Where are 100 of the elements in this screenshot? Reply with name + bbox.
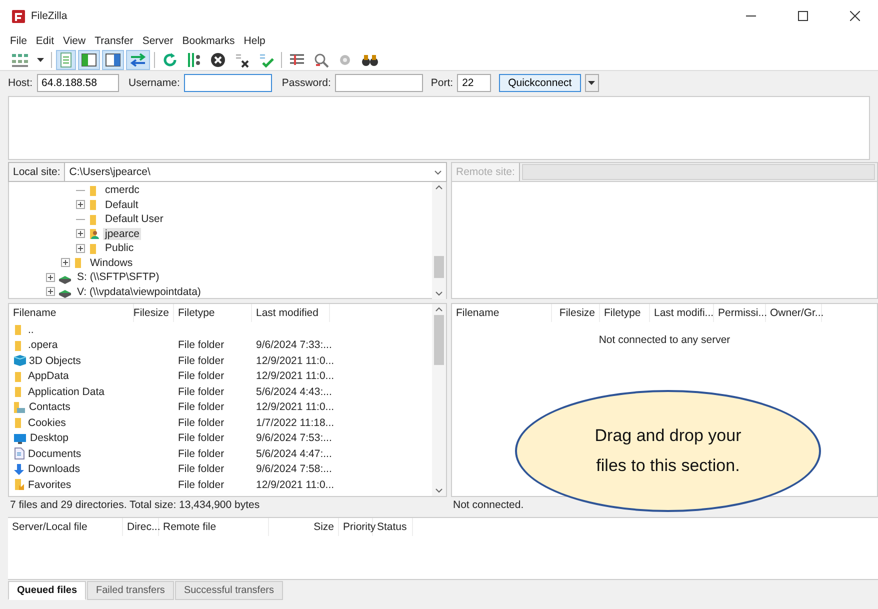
quickconnect-button[interactable]: Quickconnect (499, 74, 581, 92)
cancel-icon (210, 52, 226, 68)
column-header[interactable]: Last modified (252, 304, 330, 322)
field-label: Username: (128, 77, 180, 89)
file-name[interactable]: Contacts (29, 401, 70, 414)
toolbar-button[interactable] (102, 50, 124, 70)
column-header[interactable]: Priority (339, 518, 373, 536)
refresh-icon (162, 52, 178, 68)
maximize-icon (798, 11, 808, 21)
column-header[interactable]: Direc... (123, 518, 159, 536)
password-field[interactable] (334, 74, 423, 92)
file-name[interactable]: AppData (28, 370, 69, 382)
file-type: File folder (178, 339, 224, 352)
toolbar-button[interactable] (78, 50, 100, 70)
path-field[interactable] (522, 164, 875, 180)
tree-item[interactable]: cmerdc (103, 184, 142, 196)
empty-message: Not connected to any server (598, 334, 730, 346)
chevron-down-icon (434, 170, 442, 174)
file-type: File folder (178, 370, 224, 382)
dropdown-button[interactable] (584, 74, 599, 92)
tree-item[interactable]: V: (\\vpdata\viewpointdata) (75, 286, 203, 298)
menu-item[interactable]: Transfer (94, 34, 134, 46)
column-header[interactable]: Filename (452, 304, 552, 322)
document-icon (59, 52, 73, 68)
file-type: File folder (178, 386, 224, 398)
status-text: 7 files and 29 directories. Total size: 13,434,900 bytes (10, 499, 260, 511)
tree-item[interactable]: S: (\\SFTP\SFTP) (75, 271, 162, 284)
file-type: File folder (178, 478, 224, 491)
cube-icon (13, 354, 26, 368)
field-label: Port: (430, 77, 454, 89)
file-name[interactable]: Application Data (28, 386, 104, 398)
tab[interactable]: Failed transfers (87, 581, 174, 600)
chevron-down-icon (435, 488, 443, 493)
scroll-thumb[interactable] (434, 315, 444, 365)
menu-item[interactable]: File (10, 34, 27, 46)
file-name[interactable]: Downloads (28, 463, 80, 476)
grid-icon (11, 52, 29, 68)
x-mark-icon (234, 52, 250, 68)
window-title: FileZilla (31, 10, 68, 22)
modified-date: 5/6/2024 4:43:... (256, 386, 332, 398)
column-header[interactable]: Remote file (159, 518, 269, 536)
menu-item[interactable]: Help (244, 34, 266, 46)
callout-text: Drag and drop your files to this section. (594, 425, 742, 477)
tab[interactable]: Queued files (8, 581, 86, 600)
modified-date: 5/6/2024 4:47:... (256, 448, 332, 460)
modified-date: 1/7/2022 11:18... (256, 416, 334, 429)
tab[interactable]: Successful transfers (174, 581, 283, 600)
user-folder-icon (88, 227, 100, 240)
column-header[interactable]: Filesize (134, 304, 174, 322)
column-header[interactable]: Permissi... (714, 304, 766, 322)
scroll-thumb[interactable] (434, 256, 444, 278)
file-name[interactable]: 3D Objects (29, 354, 81, 367)
menu-item[interactable]: Bookmarks (182, 34, 235, 46)
tree-item[interactable]: Default User (103, 213, 166, 226)
magnifier-icon (313, 52, 329, 68)
modified-date: 12/9/2021 11:0... (256, 401, 334, 414)
menu-item[interactable]: Edit (36, 34, 54, 46)
tree-item[interactable]: Windows (88, 256, 135, 269)
field-label: Password: (282, 77, 331, 89)
port-field[interactable]: 22 (457, 74, 492, 92)
menu-item[interactable]: Server (142, 34, 174, 46)
favorites-folder-icon (13, 478, 25, 492)
column-header[interactable]: Filetype (600, 304, 650, 322)
caret-icon (588, 81, 596, 85)
app-logo-icon (12, 10, 25, 22)
desktop-icon (13, 432, 27, 445)
tree-item[interactable]: Default (103, 198, 140, 211)
host-field[interactable]: 64.8.188.58 (36, 74, 119, 92)
modified-date: 9/6/2024 7:58:... (256, 463, 332, 476)
username-field[interactable] (184, 74, 272, 92)
arrows-icon (129, 52, 147, 68)
modified-date: 12/9/2021 11:0... (256, 478, 334, 491)
file-name[interactable]: Cookies (28, 416, 66, 429)
column-header[interactable]: Filesize (552, 304, 600, 322)
column-header[interactable]: Owner/Gr... (766, 304, 822, 322)
file-name[interactable]: Favorites (28, 478, 72, 491)
column-header[interactable]: Filename (9, 304, 134, 322)
file-type: File folder (178, 432, 224, 444)
file-name[interactable]: .. (28, 324, 34, 336)
field-label: Host: (8, 77, 33, 89)
chevron-up-icon (435, 185, 443, 190)
column-header[interactable]: Server/Local file (8, 518, 123, 536)
file-name[interactable]: Documents (28, 448, 82, 460)
file-type: File folder (178, 416, 224, 429)
toolbar-button[interactable] (126, 50, 150, 70)
tree-item[interactable]: jpearce (103, 228, 142, 240)
file-type: File folder (178, 463, 224, 476)
modified-date: 9/6/2024 7:53:... (256, 432, 332, 444)
lines-icon (289, 52, 305, 68)
file-type: File folder (178, 401, 224, 414)
field-label: Remote site: (456, 166, 515, 178)
modified-date: 9/6/2024 7:33:... (256, 339, 332, 352)
tree-item[interactable]: Public (103, 242, 136, 254)
menu-item[interactable]: View (63, 34, 86, 46)
file-name[interactable]: .opera (28, 339, 58, 352)
file-name[interactable]: Desktop (30, 432, 69, 444)
column-header[interactable]: Filetype (174, 304, 252, 322)
column-header[interactable]: Size (269, 518, 339, 536)
column-header[interactable]: Last modifi... (650, 304, 714, 322)
path-field[interactable]: Local site: C:\Users\jpearce\ (8, 162, 447, 182)
